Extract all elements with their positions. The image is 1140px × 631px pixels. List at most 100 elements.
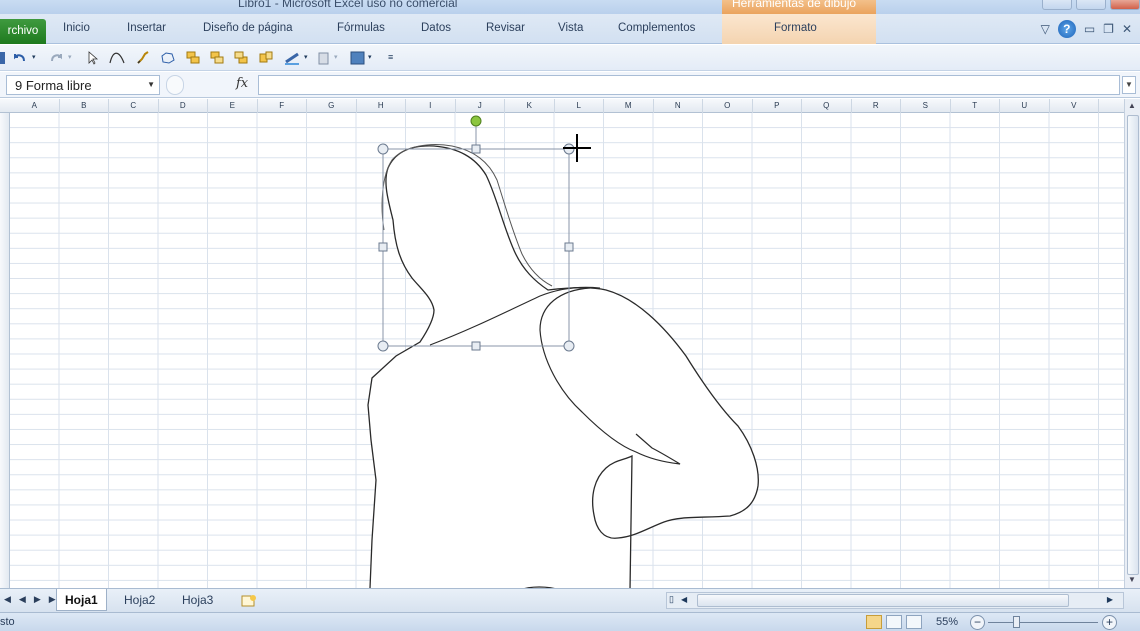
column-header-q[interactable]: Q xyxy=(802,99,852,113)
minimize-button[interactable] xyxy=(1042,0,1072,10)
sheet-nav: ◀ ◀ ▶ ▶| xyxy=(4,594,58,605)
zoom-out-button[interactable]: − xyxy=(970,615,985,630)
column-header-f[interactable]: F xyxy=(258,99,307,113)
column-header-j[interactable]: J xyxy=(456,99,505,113)
workbook-restore-icon[interactable]: ❐ xyxy=(1103,22,1114,36)
bring-forward-icon[interactable] xyxy=(209,50,225,66)
sheet-tab-hoja1[interactable]: Hoja1 xyxy=(56,589,107,611)
worksheet-grid[interactable] xyxy=(10,113,1124,588)
fill-color-icon[interactable] xyxy=(350,50,366,66)
undo-icon[interactable] xyxy=(12,50,28,66)
formula-input[interactable] xyxy=(258,75,1120,95)
redo-icon[interactable] xyxy=(48,50,64,66)
scribble-icon[interactable] xyxy=(136,50,152,66)
undo-dropdown-icon[interactable]: ▾ xyxy=(32,53,48,69)
column-header-g[interactable]: G xyxy=(307,99,357,113)
column-header-p[interactable]: P xyxy=(753,99,802,113)
expand-formula-bar-icon[interactable]: ▼ xyxy=(1122,76,1136,94)
formula-bar-separator xyxy=(166,75,184,95)
customize-qat-icon[interactable]: ≡ xyxy=(388,52,404,68)
column-header-v[interactable]: V xyxy=(1050,99,1099,113)
help-icon[interactable]: ? xyxy=(1057,20,1076,38)
zoom-slider[interactable] xyxy=(988,622,1098,623)
name-box-dropdown-icon[interactable]: ▼ xyxy=(147,80,155,89)
tab-datos[interactable]: Datos xyxy=(421,22,451,34)
insert-function-button[interactable]: fx xyxy=(236,76,248,91)
column-header-k[interactable]: K xyxy=(505,99,555,113)
column-header-o[interactable]: O xyxy=(703,99,753,113)
horizontal-scroll-thumb[interactable] xyxy=(697,594,1069,607)
fill-dropdown-icon[interactable]: ▾ xyxy=(368,53,384,69)
tab-revisar[interactable]: Revisar xyxy=(486,22,525,34)
column-header-b[interactable]: B xyxy=(60,99,109,113)
tab-split-icon[interactable]: ▯ xyxy=(669,594,674,605)
column-header-l[interactable]: L xyxy=(555,99,604,113)
column-header-i[interactable]: I xyxy=(406,99,456,113)
maximize-button[interactable] xyxy=(1076,0,1106,10)
sheet-tab-hoja2[interactable]: Hoja2 xyxy=(116,589,163,611)
page-layout-view-button[interactable] xyxy=(886,615,902,629)
group-icon[interactable] xyxy=(258,50,274,66)
workbook-close-icon[interactable]: ✕ xyxy=(1122,22,1132,36)
curve-icon[interactable] xyxy=(109,50,125,66)
tab-formato[interactable]: Formato xyxy=(722,14,876,44)
insert-sheet-icon[interactable] xyxy=(240,594,258,608)
column-header-m[interactable]: M xyxy=(604,99,654,113)
formula-bar: 9 Forma libre ▼ fx ▼ xyxy=(0,72,1140,98)
column-header-h[interactable]: H xyxy=(357,99,406,113)
minimize-ribbon-icon[interactable]: ▽ xyxy=(1041,22,1050,36)
status-bar: sto 55% − + xyxy=(0,612,1140,631)
column-header-s[interactable]: S xyxy=(901,99,951,113)
column-header-n[interactable]: N xyxy=(654,99,703,113)
ribbon-right-icons: ▽ ? ▭ ❐ ✕ xyxy=(1041,20,1132,38)
column-header-d[interactable]: D xyxy=(159,99,208,113)
line-color-icon[interactable] xyxy=(284,50,304,66)
normal-view-button[interactable] xyxy=(866,615,882,629)
scroll-left-icon[interactable]: ◀ xyxy=(681,595,687,604)
column-header-e[interactable]: E xyxy=(208,99,258,113)
column-header-u[interactable]: U xyxy=(1000,99,1050,113)
quick-access-toolbar: ▾ ▾ ▾ ▾ ▾ ≡ xyxy=(0,45,1140,71)
column-header-t[interactable]: T xyxy=(951,99,1000,113)
tab-file[interactable]: rchivo xyxy=(0,19,46,44)
scroll-down-icon[interactable]: ▼ xyxy=(1128,575,1136,584)
column-header-r[interactable]: R xyxy=(852,99,901,113)
column-header-c[interactable]: C xyxy=(109,99,159,113)
redo-dropdown-icon[interactable]: ▾ xyxy=(68,53,84,69)
scroll-up-icon[interactable]: ▲ xyxy=(1128,101,1136,110)
prev-sheet-icon[interactable]: ◀ xyxy=(19,594,26,605)
horizontal-scrollbar[interactable]: ▯ ◀ ▶ xyxy=(666,592,1124,609)
title-bar: Libro1 - Microsoft Excel uso no comercia… xyxy=(0,0,1140,14)
tab-page-layout[interactable]: Diseño de página xyxy=(203,22,293,34)
column-headers: ABCDEFGHIJKLMNOPQRSTUV xyxy=(0,99,1124,113)
tab-inicio[interactable]: Inicio xyxy=(63,22,90,34)
zoom-slider-thumb[interactable] xyxy=(1013,616,1020,628)
next-sheet-icon[interactable]: ▶ xyxy=(34,594,41,605)
tab-formato-label: Formato xyxy=(774,22,817,34)
page-break-view-button[interactable] xyxy=(906,615,922,629)
shape-align-icon[interactable] xyxy=(185,50,201,66)
sheet-tabs-bar: ◀ ◀ ▶ ▶| Hoja1 Hoja2 Hoja3 ▯ ◀ ▶ xyxy=(0,588,1140,612)
send-backward-icon[interactable] xyxy=(233,50,249,66)
tab-vista[interactable]: Vista xyxy=(558,22,583,34)
scroll-right-icon[interactable]: ▶ xyxy=(1107,595,1113,604)
row-headers xyxy=(0,113,10,588)
sheet-tab-hoja3[interactable]: Hoja3 xyxy=(174,589,221,611)
paste-format-icon[interactable] xyxy=(316,50,332,66)
workbook-minimize-icon[interactable]: ▭ xyxy=(1084,22,1095,36)
name-box-value: 9 Forma libre xyxy=(15,78,92,93)
close-button[interactable] xyxy=(1110,0,1140,10)
tab-insertar[interactable]: Insertar xyxy=(127,22,166,34)
zoom-in-button[interactable]: + xyxy=(1102,615,1117,630)
zoom-level[interactable]: 55% xyxy=(936,616,958,628)
tab-complementos[interactable]: Complementos xyxy=(618,22,695,34)
vertical-scroll-thumb[interactable] xyxy=(1127,115,1139,575)
first-sheet-icon[interactable]: ◀ xyxy=(4,594,11,605)
name-box[interactable]: 9 Forma libre ▼ xyxy=(6,75,160,95)
select-arrow-icon[interactable] xyxy=(85,50,101,66)
column-header-a[interactable]: A xyxy=(10,99,60,113)
tab-formulas[interactable]: Fórmulas xyxy=(337,22,385,34)
vertical-scrollbar[interactable]: ▲ ▼ xyxy=(1124,99,1140,588)
paste-dropdown-icon[interactable]: ▾ xyxy=(334,53,350,69)
freeform-icon[interactable] xyxy=(160,50,176,66)
